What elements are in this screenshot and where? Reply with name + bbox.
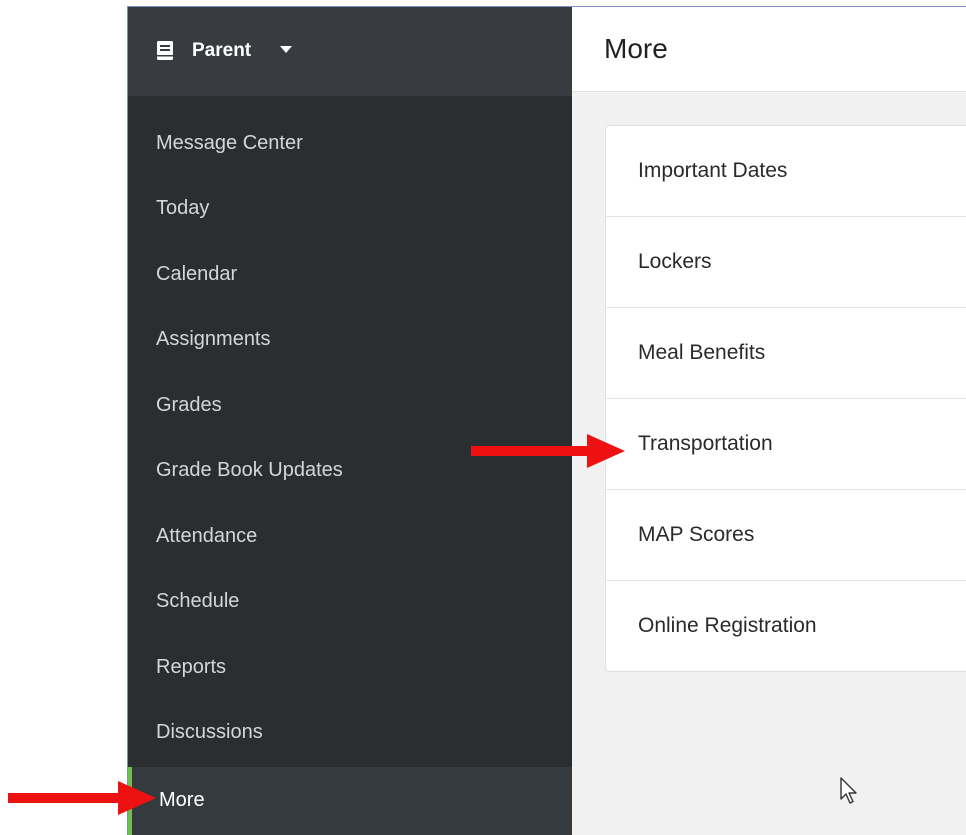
- list-item-transportation[interactable]: Transportation: [606, 399, 966, 490]
- book-icon: [157, 41, 173, 60]
- caret-down-icon[interactable]: [280, 46, 292, 54]
- list-item-meal-benefits[interactable]: Meal Benefits: [606, 308, 966, 399]
- sidebar: Parent Message Center Today Calendar Ass…: [128, 7, 572, 835]
- list-item-important-dates[interactable]: Important Dates: [606, 126, 966, 217]
- sidebar-item-calendar[interactable]: Calendar: [128, 241, 572, 307]
- list-item-online-registration[interactable]: Online Registration: [606, 581, 966, 672]
- arrow-to-transportation: [471, 434, 625, 468]
- sidebar-item-discussions[interactable]: Discussions: [128, 699, 572, 765]
- list-item-map-scores[interactable]: MAP Scores: [606, 490, 966, 581]
- list-item-lockers[interactable]: Lockers: [606, 217, 966, 308]
- mouse-cursor-icon: [840, 777, 857, 804]
- portal-label: Parent: [192, 40, 252, 61]
- page-header: More: [572, 7, 966, 92]
- sidebar-item-grades[interactable]: Grades: [128, 372, 572, 438]
- more-options-card: Important Dates Lockers Meal Benefits Tr…: [605, 125, 966, 672]
- sidebar-item-schedule[interactable]: Schedule: [128, 568, 572, 634]
- sidebar-item-reports[interactable]: Reports: [128, 634, 572, 700]
- sidebar-header-portal-switcher[interactable]: Parent: [128, 7, 572, 96]
- sidebar-item-message-center[interactable]: Message Center: [128, 110, 572, 176]
- sidebar-item-attendance[interactable]: Attendance: [128, 503, 572, 569]
- sidebar-item-today[interactable]: Today: [128, 175, 572, 241]
- sidebar-item-assignments[interactable]: Assignments: [128, 306, 572, 372]
- arrow-to-more: [8, 781, 156, 815]
- page-title: More: [604, 33, 668, 64]
- main-content: More Important Dates Lockers Meal Benefi…: [572, 7, 966, 835]
- sidebar-item-more[interactable]: More: [128, 767, 572, 835]
